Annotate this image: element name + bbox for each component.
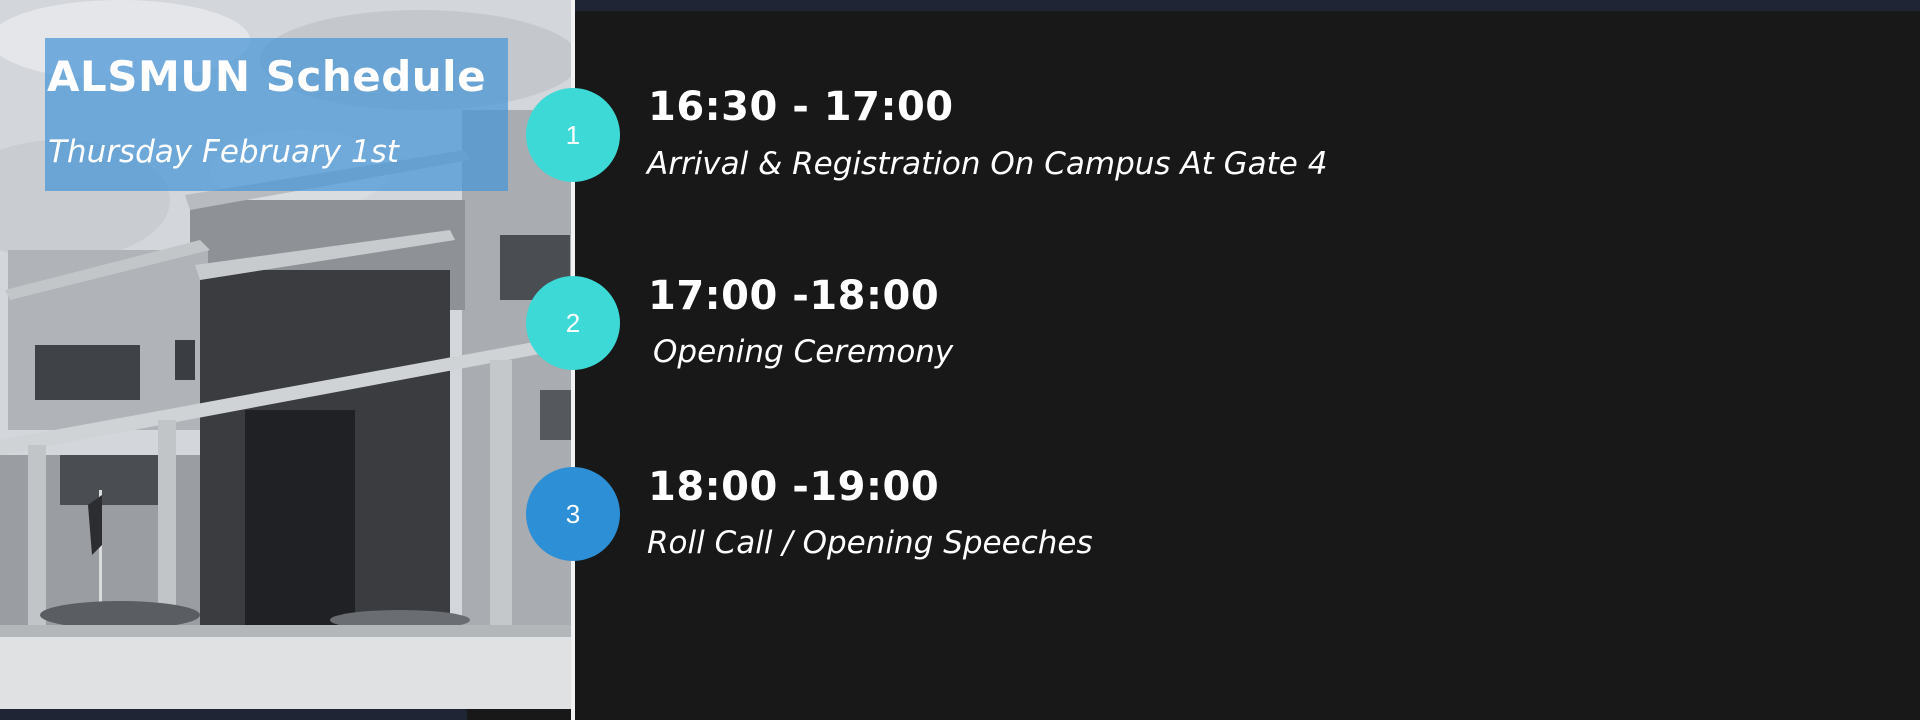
- schedule-description: Roll Call / Opening Speeches: [647, 525, 1093, 561]
- bottom-decor-strip: [0, 709, 467, 720]
- page-subtitle: Thursday February 1st: [48, 134, 399, 170]
- schedule-description: Arrival & Registration On Campus At Gate…: [647, 146, 1328, 182]
- schedule-description: Opening Ceremony: [653, 334, 954, 370]
- schedule-time: 18:00 -19:00: [648, 464, 940, 510]
- schedule-time: 16:30 - 17:00: [648, 84, 954, 130]
- step-number-badge: 2: [526, 276, 620, 370]
- step-number-badge: 3: [526, 467, 620, 561]
- step-number-badge: 1: [526, 88, 620, 182]
- schedule-time: 17:00 -18:00: [648, 273, 940, 319]
- top-decor-strip: [467, 0, 1920, 11]
- page-title: ALSMUN Schedule: [47, 52, 487, 101]
